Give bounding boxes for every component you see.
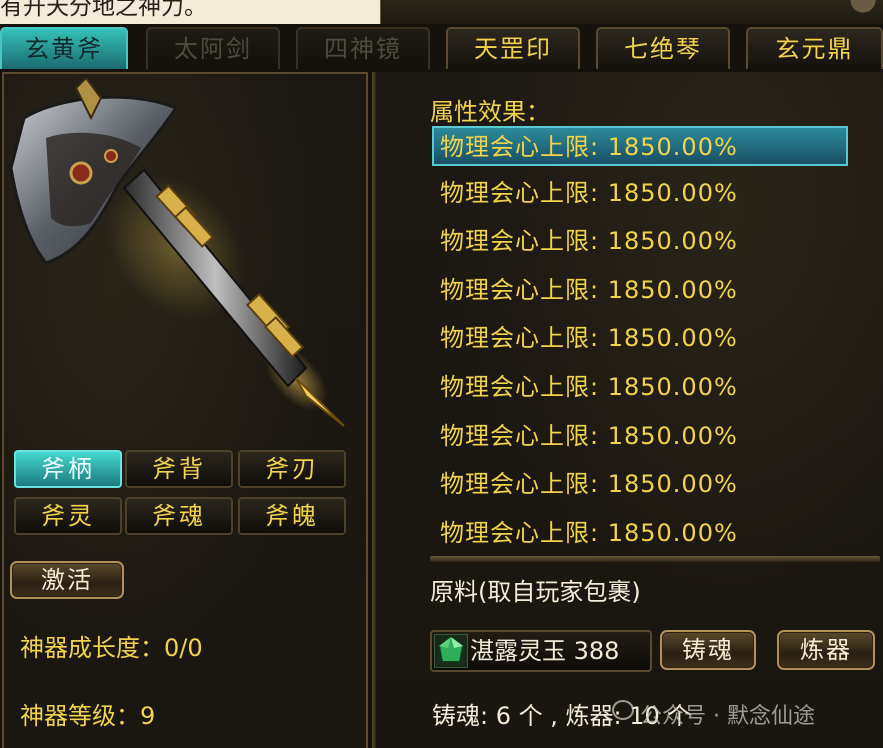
attribute-row[interactable]: 物理会心上限: 1850.00% xyxy=(432,222,848,262)
jade-gem-icon xyxy=(434,634,468,668)
panel-divider xyxy=(372,72,376,748)
activate-button[interactable]: 激活 xyxy=(10,561,124,599)
attribute-row[interactable]: 物理会心上限: 1850.00% xyxy=(432,174,848,214)
tab-xuanyuanding[interactable]: 玄元鼎 xyxy=(746,27,883,69)
section-divider xyxy=(430,556,880,562)
attribute-row[interactable]: 物理会心上限: 1850.00% xyxy=(432,319,848,359)
part-button-furen[interactable]: 斧刃 xyxy=(238,450,346,488)
cast-soul-button[interactable]: 铸魂 xyxy=(660,630,756,670)
attribute-row[interactable]: 物理会心上限: 1850.00% xyxy=(432,126,848,166)
game-window: 有开天分地之神力。 玄黄斧 太阿剑 四神镜 天罡印 七绝琴 玄元鼎 斧柄 斧背 … xyxy=(0,0,883,748)
part-button-fuling[interactable]: 斧灵 xyxy=(14,497,122,535)
material-slot[interactable]: 湛露灵玉 388 xyxy=(430,630,652,672)
artifact-tabs: 玄黄斧 太阿剑 四神镜 天罡印 七绝琴 玄元鼎 xyxy=(0,24,883,72)
part-button-fubing[interactable]: 斧柄 xyxy=(14,450,122,488)
refine-button[interactable]: 炼器 xyxy=(777,630,875,670)
part-button-fupo[interactable]: 斧魄 xyxy=(238,497,346,535)
tab-xuanhuangfu[interactable]: 玄黄斧 xyxy=(0,27,128,69)
growth-stat: 神器成长度：0/0 xyxy=(20,634,203,662)
tab-tiangangyin[interactable]: 天罡印 xyxy=(446,27,580,69)
level-stat: 神器等级：9 xyxy=(20,702,156,730)
materials-title: 原料(取自玩家包裹) xyxy=(430,578,641,606)
axe-artwork xyxy=(9,78,345,427)
attribute-row[interactable]: 物理会心上限: 1850.00% xyxy=(432,368,848,408)
tab-taiajian[interactable]: 太阿剑 xyxy=(146,27,280,69)
tab-qijueqin[interactable]: 七绝琴 xyxy=(596,27,730,69)
attributes-title: 属性效果： xyxy=(430,98,550,126)
item-description: 有开天分地之神力。 xyxy=(0,0,381,24)
attribute-row[interactable]: 物理会心上限: 1850.00% xyxy=(432,465,848,505)
attribute-row[interactable]: 物理会心上限: 1850.00% xyxy=(432,417,848,457)
attribute-row[interactable]: 物理会心上限: 1850.00% xyxy=(432,514,848,554)
part-button-fubei[interactable]: 斧背 xyxy=(125,450,233,488)
attribute-row[interactable]: 物理会心上限: 1850.00% xyxy=(432,271,848,311)
wechat-icon xyxy=(612,700,634,720)
part-button-fuhun[interactable]: 斧魂 xyxy=(125,497,233,535)
material-name: 湛露灵玉 388 xyxy=(470,637,620,665)
watermark: 公众号 · 默念仙途 xyxy=(640,704,815,729)
corner-ornament xyxy=(843,0,883,18)
tab-sishenjing[interactable]: 四神镜 xyxy=(296,27,430,69)
